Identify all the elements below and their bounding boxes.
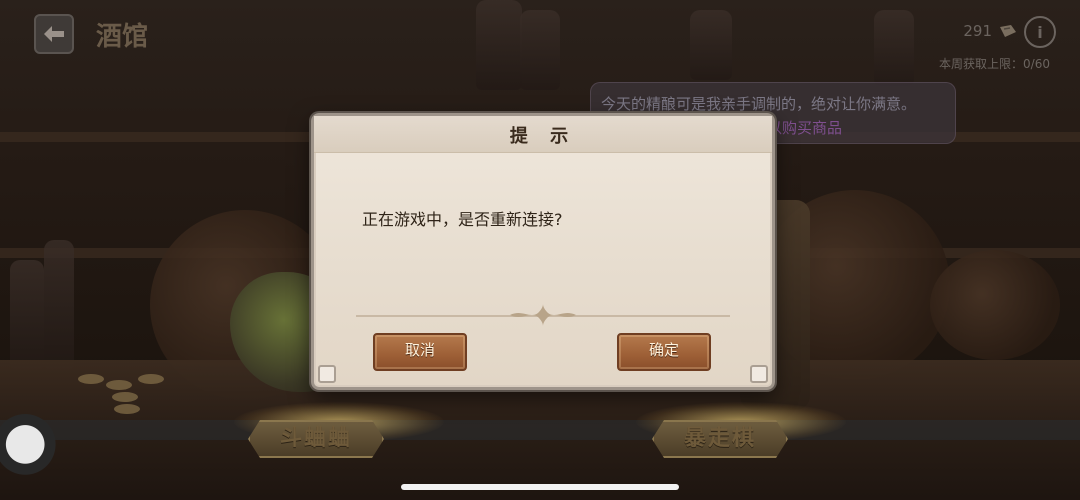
- npc-speech-line1: 今天的精酿可是我亲手调制的，绝对让你满意。: [601, 95, 917, 113]
- npc-speech-line2: 以购买商品: [767, 119, 843, 137]
- bottle: [44, 240, 74, 370]
- confirm-button[interactable]: 确定: [617, 333, 711, 371]
- bottle: [10, 260, 44, 370]
- dialog-corner: [318, 365, 336, 383]
- info-button[interactable]: i: [1024, 16, 1056, 48]
- ticket-icon: [1000, 25, 1016, 37]
- home-indicator[interactable]: [401, 484, 679, 490]
- reconnect-dialog: 提 示 正在游戏中，是否重新连接? 取消 确定: [311, 113, 775, 390]
- dialog-corner: [750, 365, 768, 383]
- coin: [78, 374, 104, 384]
- coin: [114, 404, 140, 414]
- page-title: 酒馆: [96, 22, 149, 52]
- table-cloth: [0, 420, 1080, 440]
- currency-display: 291: [963, 22, 1018, 40]
- back-button[interactable]: [34, 14, 74, 54]
- info-icon: i: [1037, 22, 1043, 42]
- dialog-header: 提 示: [314, 116, 772, 153]
- dialog-message: 正在游戏中，是否重新连接?: [362, 210, 563, 229]
- barrel: [930, 250, 1060, 360]
- cancel-button[interactable]: 取消: [373, 333, 467, 371]
- coin: [138, 374, 164, 384]
- back-arrow-icon: [44, 26, 64, 42]
- coin: [106, 380, 132, 390]
- currency-amount: 291: [963, 22, 992, 40]
- weekly-limit: 本周获取上限：0/60: [939, 57, 1050, 71]
- mode-button-left[interactable]: 斗蛐蛐: [248, 420, 384, 458]
- mode-button-right[interactable]: 暴走棋: [652, 420, 788, 458]
- top-bar: 酒馆 291 i 本周获取上限：0/60: [0, 0, 1080, 71]
- coin: [112, 392, 138, 402]
- player-avatar[interactable]: [0, 412, 56, 484]
- ornament-icon: [510, 304, 576, 326]
- dialog-title: 提 示: [509, 126, 577, 147]
